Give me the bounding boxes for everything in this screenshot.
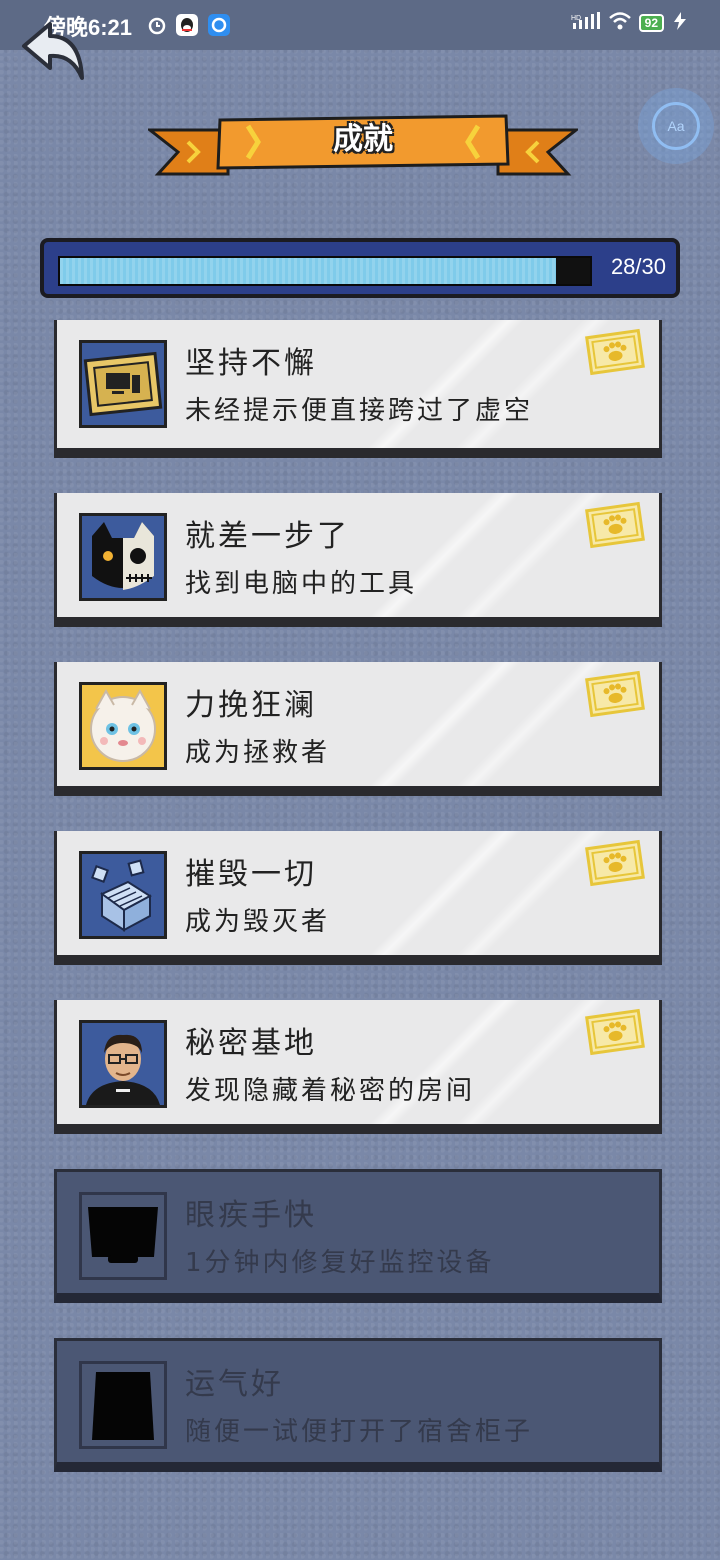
achievement-title: 运气好 bbox=[185, 1367, 284, 1402]
paw-stamp-icon bbox=[585, 1008, 645, 1056]
achievement-card[interactable]: 力挽狂澜 成为拯救者 bbox=[54, 662, 662, 796]
achievement-title: 秘密基地 bbox=[185, 1026, 317, 1061]
status-bar: 傍晚6:21 HD 92 bbox=[0, 0, 720, 50]
charging-icon bbox=[672, 12, 688, 33]
back-arrow-icon bbox=[22, 22, 84, 80]
achievement-progress-bar: 28/30 bbox=[40, 238, 680, 298]
paw-stamp-icon bbox=[585, 670, 645, 718]
cat-skull-icon bbox=[79, 513, 167, 601]
progress-track bbox=[58, 256, 592, 286]
achievement-description: 成为毁灭者 bbox=[185, 907, 331, 937]
progress-fill bbox=[60, 258, 556, 284]
back-button[interactable] bbox=[18, 18, 88, 88]
man-with-glasses-icon bbox=[79, 1020, 167, 1108]
cabinet-silhouette-icon bbox=[79, 1361, 167, 1449]
achievement-description: 成为拯救者 bbox=[185, 738, 331, 768]
achievement-description: 找到电脑中的工具 bbox=[185, 569, 418, 599]
translate-icon: Aa bbox=[652, 102, 700, 150]
achievement-card[interactable]: 秘密基地 发现隐藏着秘密的房间 bbox=[54, 1000, 662, 1134]
achievement-list[interactable]: 坚持不懈 未经提示便直接跨过了虚空 就差一步了 找到电脑中的工具 力挽狂澜 成为… bbox=[54, 320, 666, 1507]
translate-button[interactable]: Aa bbox=[638, 88, 714, 164]
signal-icon: HD bbox=[571, 12, 601, 33]
achievement-title: 力挽狂澜 bbox=[185, 688, 317, 723]
achievement-description: 1分钟内修复好监控设备 bbox=[185, 1248, 495, 1278]
alarm-icon bbox=[146, 14, 168, 36]
achievement-card[interactable]: 就差一步了 找到电脑中的工具 bbox=[54, 493, 662, 627]
browser-icon bbox=[208, 14, 230, 36]
achievement-description: 随便一试便打开了宿舍柜子 bbox=[185, 1417, 534, 1447]
page-title: 成就 bbox=[333, 122, 393, 157]
title-banner: 成就 bbox=[148, 112, 578, 190]
achievement-description: 发现隐藏着秘密的房间 bbox=[185, 1076, 476, 1106]
battery-indicator: 92 bbox=[638, 13, 664, 32]
achievement-card[interactable]: 摧毁一切 成为毁灭者 bbox=[54, 831, 662, 965]
qq-icon bbox=[176, 14, 198, 36]
white-cat-icon bbox=[79, 682, 167, 770]
achievement-card-locked[interactable]: 眼疾手快 1分钟内修复好监控设备 bbox=[54, 1169, 662, 1303]
progress-count: 28/30 bbox=[610, 254, 666, 279]
achievement-card[interactable]: 坚持不懈 未经提示便直接跨过了虚空 bbox=[54, 320, 662, 458]
cube-grid-icon bbox=[79, 851, 167, 939]
monitor-silhouette-icon bbox=[79, 1192, 167, 1280]
paw-stamp-icon bbox=[585, 328, 645, 376]
achievement-title: 摧毁一切 bbox=[185, 857, 317, 892]
achievement-title: 就差一步了 bbox=[185, 519, 350, 554]
achievement-card-locked[interactable]: 运气好 随便一试便打开了宿舍柜子 bbox=[54, 1338, 662, 1472]
paw-stamp-icon bbox=[585, 501, 645, 549]
achievement-description: 未经提示便直接跨过了虚空 bbox=[185, 396, 534, 426]
tablet-computer-icon bbox=[79, 340, 167, 428]
achievement-title: 坚持不懈 bbox=[185, 346, 317, 381]
wifi-icon bbox=[608, 12, 631, 33]
paw-stamp-icon bbox=[585, 839, 645, 887]
achievement-title: 眼疾手快 bbox=[185, 1198, 317, 1233]
